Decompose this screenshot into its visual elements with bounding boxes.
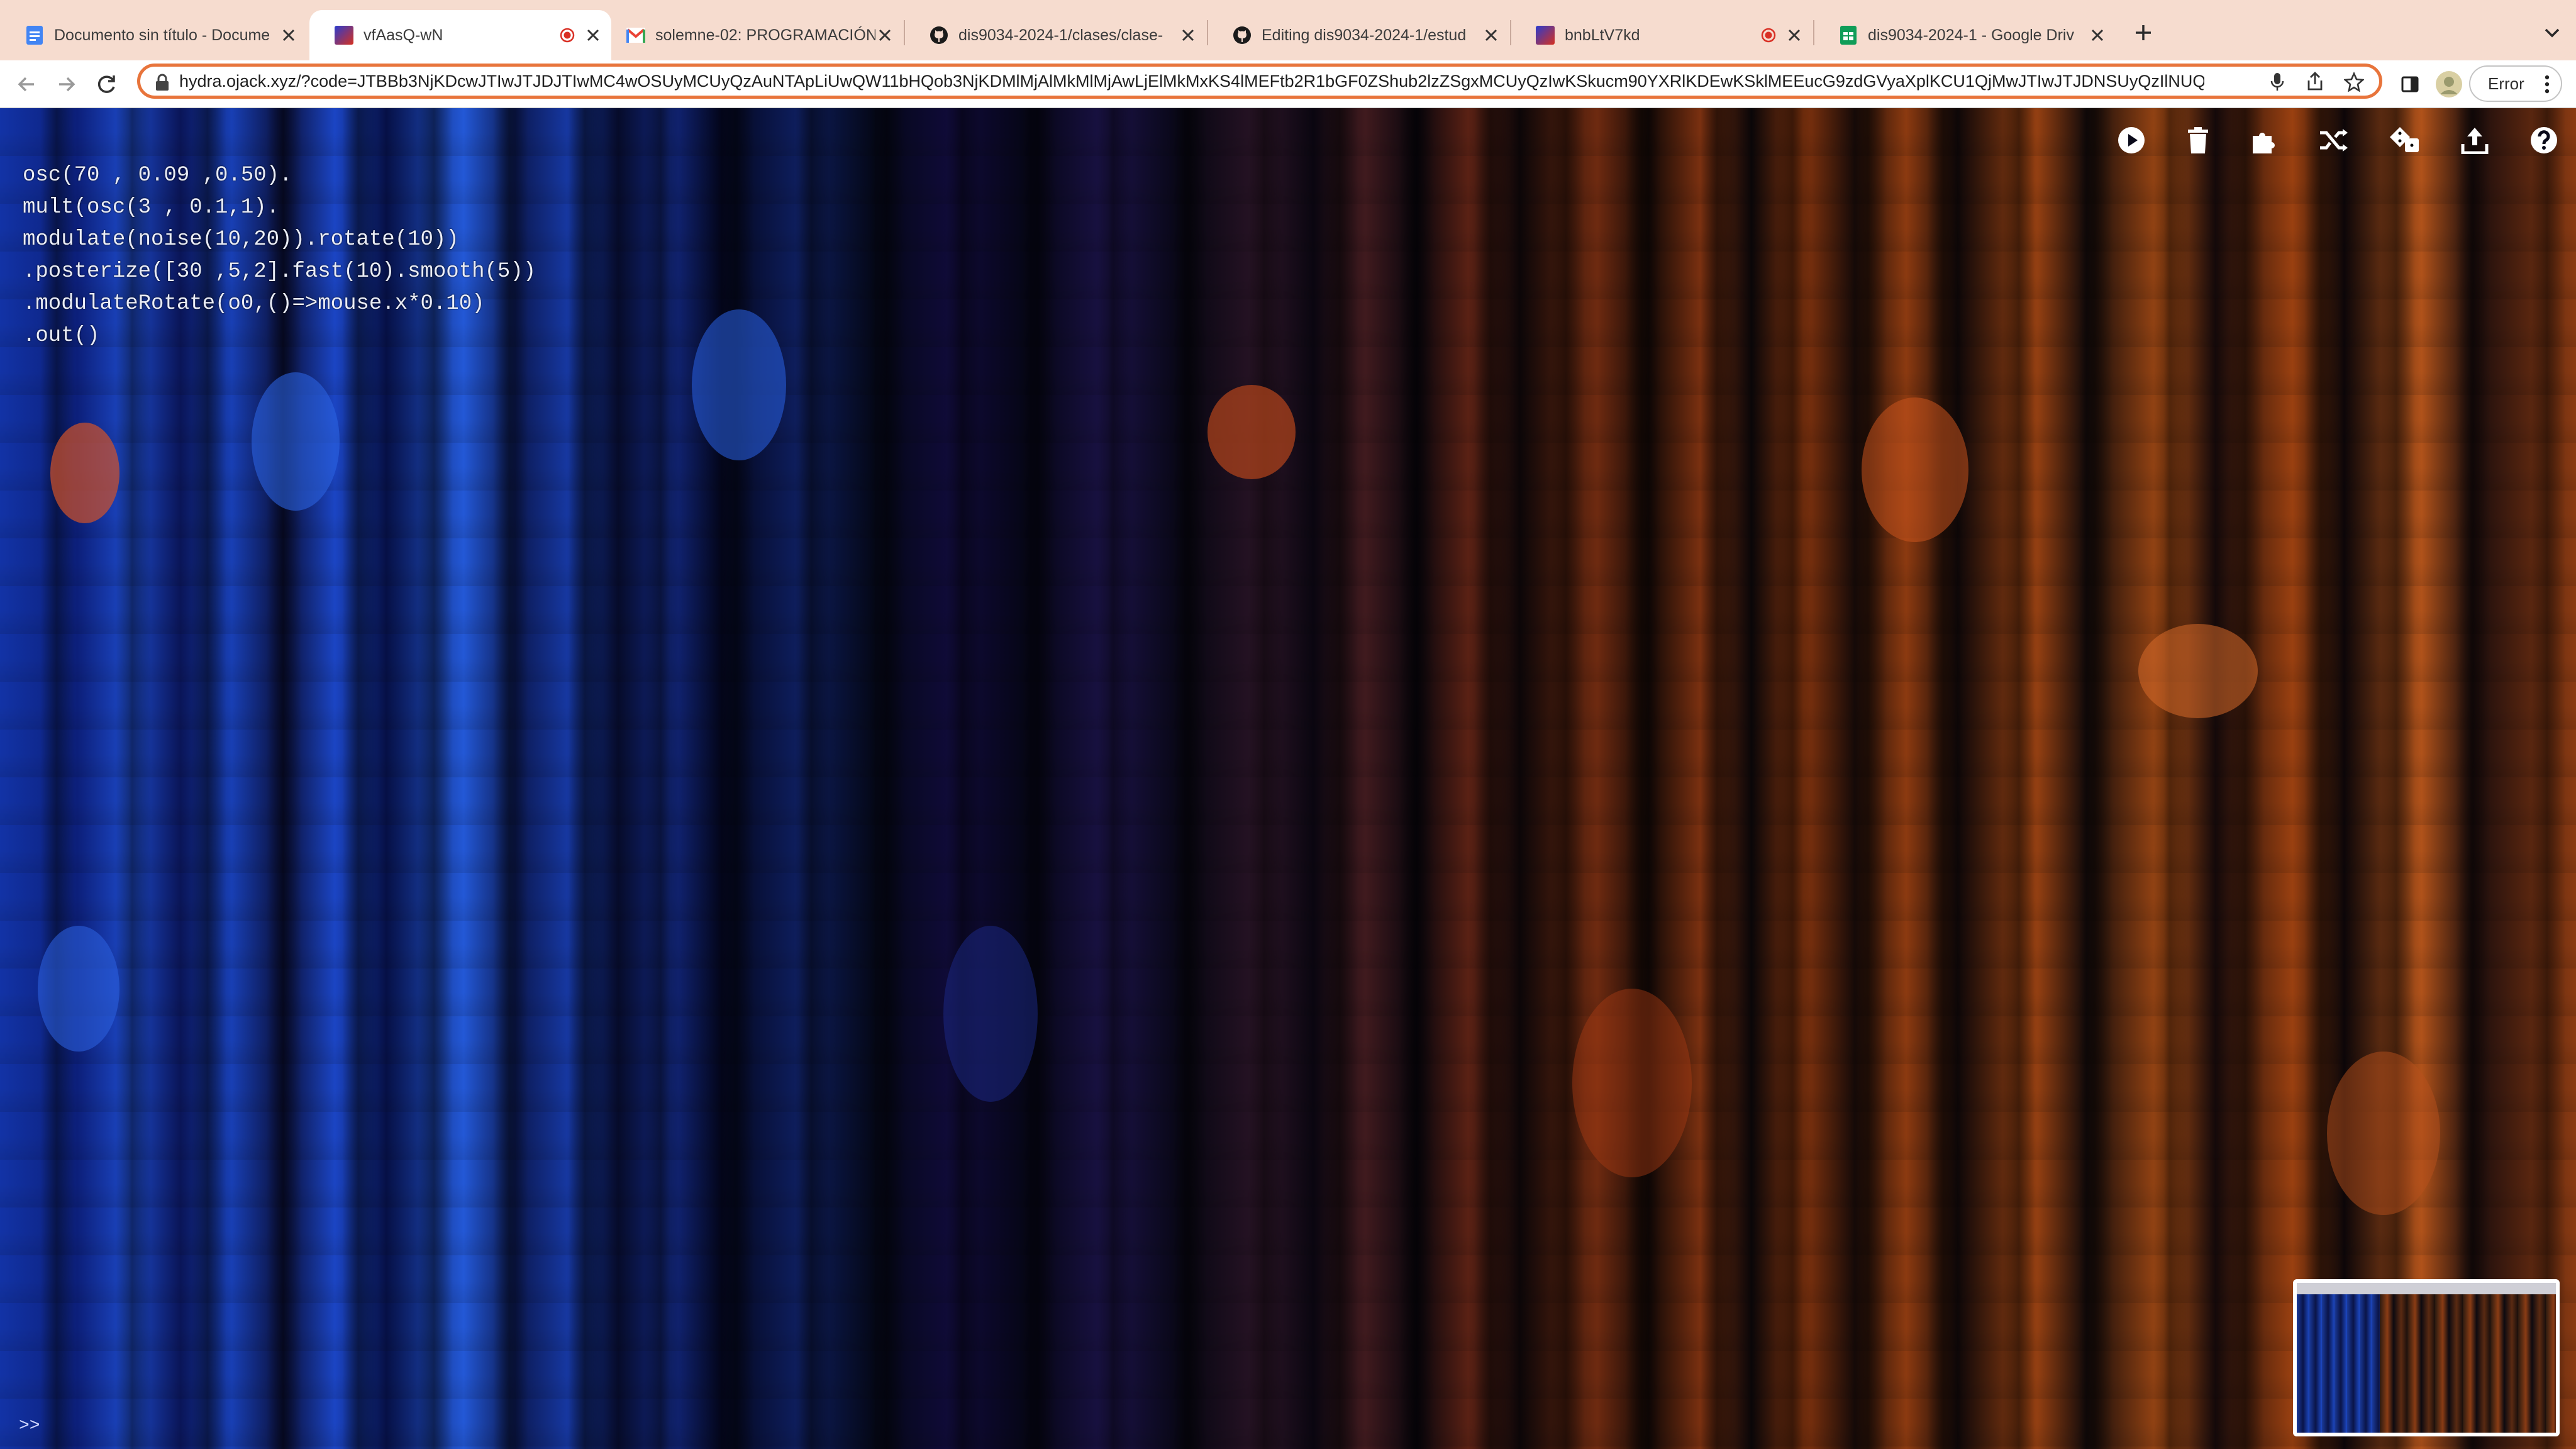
visual-blob [692, 309, 786, 460]
google-docs-icon [25, 26, 44, 45]
code-line[interactable]: osc(70 , 0.09 ,0.50). [23, 160, 652, 192]
share-icon[interactable] [2304, 70, 2326, 93]
close-icon[interactable] [1179, 26, 1197, 45]
close-icon[interactable] [584, 26, 602, 45]
gmail-icon [626, 26, 645, 45]
side-panel-button[interactable] [2394, 68, 2426, 101]
tab-hydra-active[interactable]: vfAasQ-wN [309, 10, 611, 60]
tab-title: Editing dis9034-2024-1/estud [1262, 26, 1467, 44]
visual-blob [1208, 385, 1296, 479]
reload-button[interactable] [89, 67, 125, 102]
output-preview-thumbnail[interactable] [2293, 1279, 2560, 1436]
help-icon[interactable] [2527, 123, 2561, 157]
github-icon [1233, 26, 1252, 45]
recording-icon [1761, 28, 1776, 43]
puzzle-icon[interactable] [2248, 123, 2282, 157]
code-line[interactable]: mult(osc(3 , 0.1,1). [23, 192, 652, 224]
github-icon [930, 26, 948, 45]
forward-button[interactable] [49, 67, 84, 102]
address-bar[interactable]: hydra.ojack.xyz/?code=JTBBb3NjKDcwJTIwJT… [137, 64, 2382, 99]
visual-blob [943, 926, 1038, 1102]
google-sheets-icon [1839, 26, 1858, 45]
close-icon[interactable] [1482, 26, 1501, 45]
tab-google-drive[interactable]: dis9034-2024-1 - Google Driv [1814, 10, 2116, 60]
close-icon[interactable] [875, 26, 894, 45]
tab-search-button[interactable] [2534, 15, 2570, 50]
url-text[interactable]: hydra.ojack.xyz/?code=JTBBb3NjKDcwJTIwJT… [179, 72, 2204, 91]
visual-blob [50, 423, 119, 523]
console-prompt[interactable]: >> [19, 1416, 40, 1436]
visual-blob [1862, 397, 1968, 542]
shuffle-icon[interactable] [2317, 123, 2351, 157]
visual-blob [2138, 624, 2258, 718]
upload-icon[interactable] [2458, 123, 2492, 157]
tab-hydra-other[interactable]: bnbLtV7kd [1511, 10, 1813, 60]
tab-title: vfAasQ-wN [364, 26, 443, 44]
microphone-icon[interactable] [2266, 70, 2289, 93]
code-line[interactable]: .posterize([30 ,5,2].fast(10).smooth(5)) [23, 256, 652, 288]
browser-toolbar: hydra.ojack.xyz/?code=JTBBb3NjKDcwJTIwJT… [0, 60, 2576, 108]
visual-blob [1572, 989, 1692, 1177]
profile-error-button[interactable]: Error [2469, 65, 2562, 102]
play-icon[interactable] [2114, 123, 2148, 157]
error-label: Error [2488, 74, 2524, 93]
tab-title: bnbLtV7kd [1565, 26, 1640, 44]
dice-icon[interactable] [2387, 123, 2421, 157]
visual-blob [252, 372, 340, 511]
trash-icon[interactable] [2181, 123, 2215, 157]
visual-blob [2327, 1052, 2440, 1215]
recording-icon [560, 28, 575, 43]
hydra-favicon-icon [335, 26, 353, 45]
code-editor[interactable]: osc(70 , 0.09 ,0.50). mult(osc(3 , 0.1,1… [23, 160, 652, 352]
close-icon[interactable] [279, 26, 298, 45]
back-button[interactable] [9, 67, 44, 102]
tab-title: dis9034-2024-1/clases/clase- [958, 26, 1163, 44]
avatar[interactable] [2433, 68, 2465, 101]
lock-icon[interactable] [154, 73, 172, 91]
tab-title: dis9034-2024-1 - Google Driv [1868, 26, 2074, 44]
tab-gmail[interactable]: solemne-02: PROGRAMACIÓN [601, 10, 903, 60]
tab-github-editing[interactable]: Editing dis9034-2024-1/estud [1208, 10, 1509, 60]
hydra-favicon-icon [1536, 26, 1555, 45]
tab-docs[interactable]: Documento sin título - Docume [0, 10, 307, 60]
code-line[interactable]: .out() [23, 320, 652, 352]
close-icon[interactable] [1785, 26, 1804, 45]
code-line[interactable]: .modulateRotate(o0,()=>mouse.x*0.10) [23, 288, 652, 320]
thumbnail-header [2297, 1283, 2556, 1294]
thumbnail-blue-region [2297, 1294, 2380, 1433]
visual-blob [38, 926, 119, 1052]
tab-github-clases[interactable]: dis9034-2024-1/clases/clase- [904, 10, 1206, 60]
tab-title: Documento sin título - Docume [54, 26, 270, 44]
more-vert-icon [2545, 74, 2550, 99]
close-icon[interactable] [2088, 26, 2107, 45]
tab-title: solemne-02: PROGRAMACIÓN [655, 26, 875, 44]
code-line[interactable]: modulate(noise(10,20)).rotate(10)) [23, 224, 652, 256]
bookmark-star-icon[interactable] [2343, 70, 2365, 93]
hydra-output-canvas[interactable]: osc(70 , 0.09 ,0.50). mult(osc(3 , 0.1,1… [0, 108, 2576, 1449]
new-tab-button[interactable] [2126, 15, 2161, 50]
tab-strip: Documento sin título - Docume vfAasQ-wN … [0, 0, 2576, 60]
